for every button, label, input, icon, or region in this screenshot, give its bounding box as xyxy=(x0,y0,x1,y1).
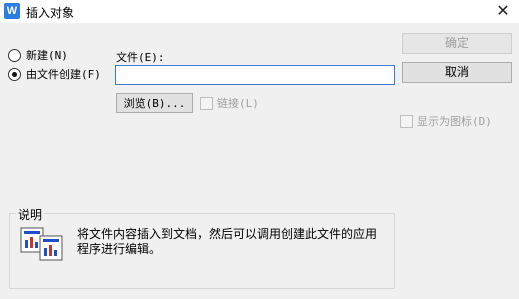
file-field-label: 文件(E): xyxy=(116,51,165,64)
window-title: 插入对象 xyxy=(26,6,75,20)
display-as-icon-checkbox-label[interactable]: 显示为图标(D) xyxy=(417,113,492,129)
display-as-icon-checkbox-box[interactable] xyxy=(400,114,413,128)
description-title: 说明 xyxy=(16,206,45,223)
radio-new-label[interactable]: 新建(N) xyxy=(26,47,68,63)
radio-from-file[interactable]: 由文件创建(F) xyxy=(8,66,101,82)
file-path-input[interactable] xyxy=(115,65,395,85)
insert-file-icon xyxy=(20,227,63,261)
link-checkbox[interactable]: 链接(L) xyxy=(200,95,259,111)
cancel-button[interactable]: 取消 xyxy=(402,62,512,83)
description-text: 将文件内容插入到文档，然后可以调用创建此文件的应用程序进行编辑。 xyxy=(77,227,378,256)
close-icon[interactable]: ✕ xyxy=(493,1,513,21)
ok-button[interactable]: 确定 xyxy=(402,33,512,54)
radio-from-file-label[interactable]: 由文件创建(F) xyxy=(26,66,101,82)
radio-from-file-indicator[interactable] xyxy=(8,67,21,81)
browse-button[interactable]: 浏览(B)... xyxy=(116,93,193,113)
link-checkbox-box[interactable] xyxy=(200,96,213,110)
link-checkbox-label[interactable]: 链接(L) xyxy=(217,95,259,111)
title-bar: W 插入对象 ✕ xyxy=(0,0,519,23)
radio-new[interactable]: 新建(N) xyxy=(8,47,68,63)
radio-new-indicator[interactable] xyxy=(8,48,21,62)
wps-app-icon: W xyxy=(4,3,20,19)
display-as-icon-checkbox[interactable]: 显示为图标(D) xyxy=(400,113,492,129)
